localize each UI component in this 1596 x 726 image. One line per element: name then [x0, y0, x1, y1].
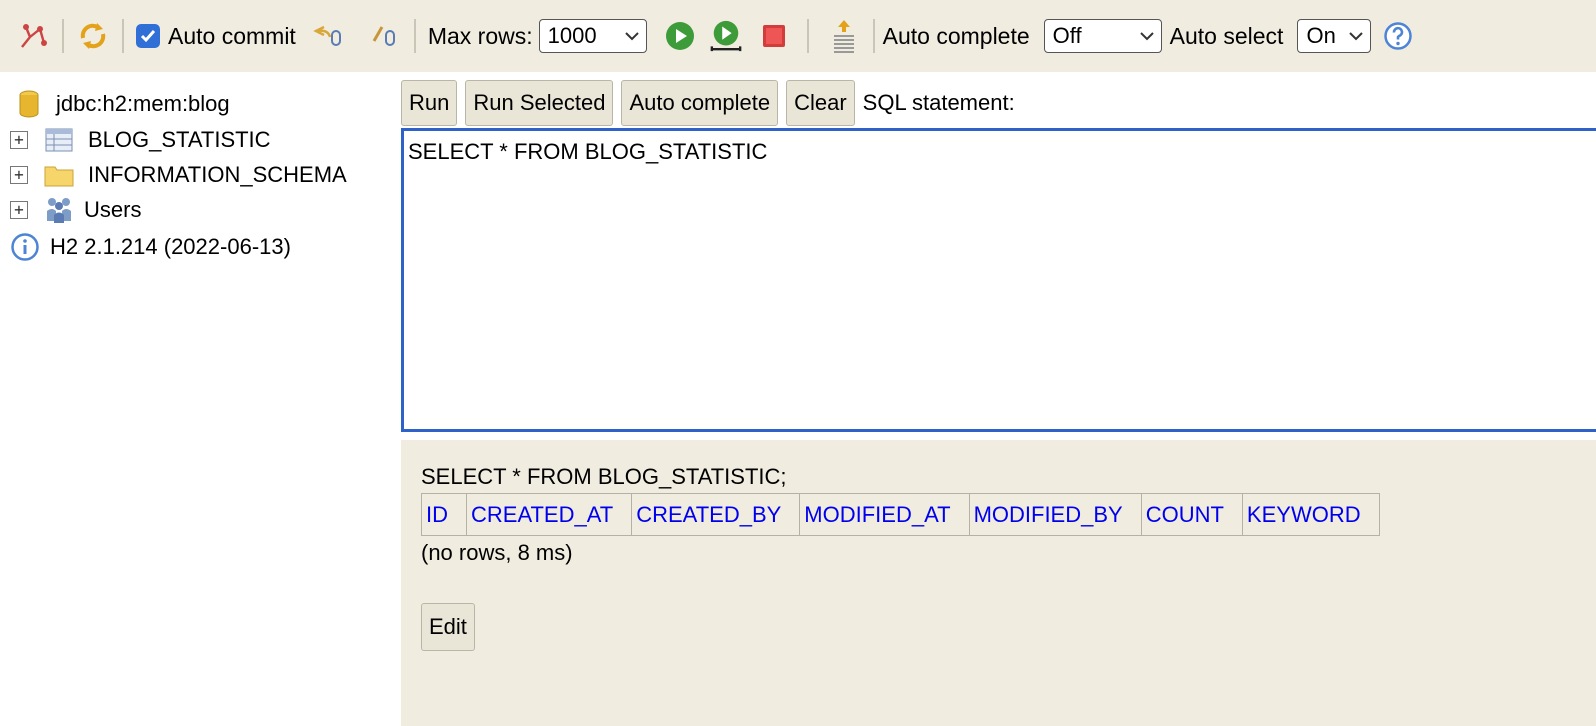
max-rows-label: Max rows: [427, 22, 533, 49]
column-header[interactable]: KEYWORD [1241, 493, 1380, 536]
info-icon [10, 232, 40, 262]
folder-icon [44, 160, 74, 190]
tree-item-blog-statistic[interactable]: + BLOG_STATISTIC [10, 124, 271, 156]
chevron-down-icon [624, 32, 639, 41]
toolbar-separator [122, 19, 124, 53]
schema-tree: jdbc:h2:mem:blog + BLOG_STATISTIC + INFO… [0, 72, 400, 726]
tree-connection[interactable]: jdbc:h2:mem:blog [14, 88, 230, 120]
edit-button[interactable]: Edit [421, 603, 475, 651]
column-link-count[interactable]: COUNT [1146, 502, 1224, 527]
column-link-keyword[interactable]: KEYWORD [1247, 502, 1361, 527]
column-header[interactable]: MODIFIED_AT [799, 493, 970, 536]
result-pane: SELECT * FROM BLOG_STATISTIC; ID CREATED… [401, 440, 1596, 726]
column-header[interactable]: ID [421, 493, 467, 536]
tree-item-users[interactable]: + Users [10, 194, 141, 226]
column-link-created-at[interactable]: CREATED_AT [471, 502, 613, 527]
expand-icon[interactable]: + [10, 131, 28, 149]
auto-commit-label: Auto commit [168, 22, 296, 49]
auto-commit-checkbox[interactable] [136, 24, 160, 48]
stop-icon[interactable] [757, 19, 791, 53]
max-rows-value: 1000 [547, 23, 597, 48]
version-label: H2 2.1.214 (2022-06-13) [50, 234, 291, 259]
auto-complete-button[interactable]: Auto complete [621, 80, 779, 126]
sql-statement-label: SQL statement: [862, 90, 1015, 115]
column-header[interactable]: CREATED_BY [631, 493, 801, 536]
column-header[interactable]: MODIFIED_BY [968, 493, 1142, 536]
auto-complete-label: Auto complete [882, 22, 1030, 49]
table-icon [44, 125, 74, 155]
expand-icon[interactable]: + [10, 201, 28, 219]
run-icon[interactable] [663, 19, 697, 53]
auto-select-select[interactable]: On [1297, 19, 1372, 53]
toolbar: Auto commit Max rows: 1000 Auto complete… [0, 0, 1596, 72]
toolbar-separator [413, 19, 416, 53]
expand-icon[interactable]: + [10, 166, 28, 184]
run-selected-icon[interactable] [709, 19, 743, 53]
auto-complete-value: Off [1052, 23, 1082, 48]
column-link-created-by[interactable]: CREATED_BY [636, 502, 781, 527]
column-header[interactable]: COUNT [1140, 493, 1243, 536]
table-header-row: ID CREATED_AT CREATED_BY MODIFIED_AT MOD… [421, 493, 1380, 536]
tree-version: H2 2.1.214 (2022-06-13) [10, 231, 291, 263]
tree-item-information-schema[interactable]: + INFORMATION_SCHEMA [10, 159, 347, 191]
help-icon[interactable] [1381, 19, 1415, 53]
query-toolbar: Run Run Selected Auto complete Clear SQL… [401, 80, 1015, 126]
tree-item-label: INFORMATION_SCHEMA [88, 162, 347, 187]
column-header[interactable]: CREATED_AT [465, 493, 633, 536]
chevron-down-icon [1349, 32, 1364, 41]
max-rows-select[interactable]: 1000 [538, 19, 647, 53]
tree-item-label: BLOG_STATISTIC [88, 127, 271, 152]
auto-select-label: Auto select [1169, 22, 1284, 49]
history-icon[interactable] [827, 19, 861, 53]
chevron-down-icon [1139, 32, 1154, 41]
column-link-id[interactable]: ID [426, 502, 448, 527]
column-link-modified-by[interactable]: MODIFIED_BY [974, 502, 1123, 527]
users-icon [44, 195, 74, 225]
connection-label: jdbc:h2:mem:blog [56, 91, 230, 116]
sql-editor[interactable]: SELECT * FROM BLOG_STATISTIC [401, 128, 1596, 432]
tree-item-label: Users [84, 197, 142, 222]
commit-icon[interactable] [366, 19, 400, 53]
auto-complete-select[interactable]: Off [1043, 19, 1162, 53]
rollback-icon[interactable] [310, 19, 344, 53]
database-icon [14, 89, 44, 119]
result-table: ID CREATED_AT CREATED_BY MODIFIED_AT MOD… [421, 493, 1380, 536]
result-sql: SELECT * FROM BLOG_STATISTIC; [421, 464, 787, 489]
run-selected-button[interactable]: Run Selected [465, 80, 614, 126]
auto-commit-toggle[interactable]: Auto commit [136, 23, 296, 50]
result-info: (no rows, 8 ms) [421, 540, 573, 565]
auto-select-value: On [1306, 23, 1336, 48]
run-button[interactable]: Run [401, 80, 458, 126]
clear-button[interactable]: Clear [786, 80, 855, 126]
toolbar-separator [62, 19, 64, 53]
toolbar-separator [872, 19, 875, 53]
column-link-modified-at[interactable]: MODIFIED_AT [804, 502, 950, 527]
toolbar-separator [806, 19, 809, 53]
refresh-icon[interactable] [76, 19, 110, 53]
disconnect-icon[interactable] [16, 19, 50, 53]
